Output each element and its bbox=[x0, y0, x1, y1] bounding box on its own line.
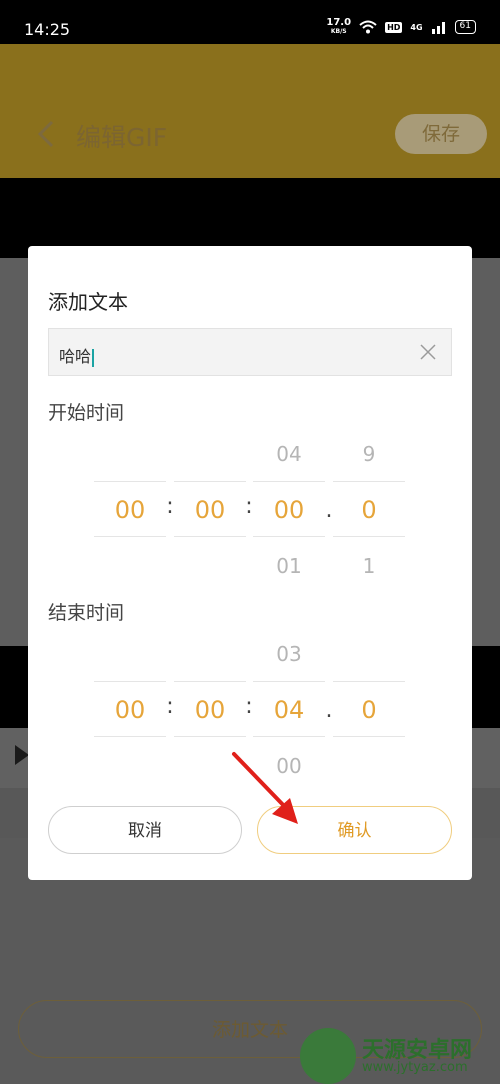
status-bar: 14:25 17.0 KB/S HD 4G 61 bbox=[0, 0, 500, 44]
end-second-above: 03 bbox=[276, 642, 302, 666]
end-hour-selected[interactable]: 00 bbox=[94, 681, 166, 737]
status-time: 14:25 bbox=[24, 20, 71, 39]
end-tenth-selected[interactable]: 0 bbox=[333, 681, 405, 737]
end-second-selected[interactable]: 04 bbox=[253, 681, 325, 737]
text-input[interactable]: 哈哈 bbox=[48, 328, 452, 376]
cancel-button[interactable]: 取消 bbox=[48, 806, 242, 854]
back-arrow-icon[interactable] bbox=[36, 120, 56, 148]
watermark-url: www.jytyaz.com bbox=[362, 1060, 468, 1075]
network-speed-value: 17.0 bbox=[326, 17, 352, 28]
page-title: 编辑GIF bbox=[76, 123, 168, 152]
watermark-logo-icon bbox=[300, 1028, 356, 1084]
text-caret bbox=[92, 348, 95, 367]
start-time-label: 开始时间 bbox=[48, 402, 125, 424]
battery-icon: 61 bbox=[454, 20, 476, 34]
hd-badge: HD bbox=[385, 21, 403, 33]
site-watermark: 天源安卓网 www.jytyaz.com bbox=[300, 1028, 500, 1084]
start-hour-selected[interactable]: 00 bbox=[94, 481, 166, 537]
start-second-below: 01 bbox=[276, 554, 302, 578]
dialog-title: 添加文本 bbox=[48, 290, 128, 314]
start-tenth-selected[interactable]: 0 bbox=[333, 481, 405, 537]
start-tenth-above: 9 bbox=[362, 442, 376, 466]
wifi-icon bbox=[359, 20, 377, 34]
signal-icon bbox=[431, 22, 445, 34]
save-button[interactable]: 保存 bbox=[395, 114, 487, 154]
status-icons: 17.0 KB/S HD 4G 61 bbox=[326, 18, 476, 36]
network-type: 4G bbox=[410, 22, 423, 32]
network-speed-unit: KB/S bbox=[330, 28, 347, 35]
end-time-label: 结束时间 bbox=[48, 602, 125, 624]
network-speed: 17.0 KB/S bbox=[326, 18, 351, 36]
end-minute-selected[interactable]: 00 bbox=[174, 681, 246, 737]
start-minute-selected[interactable]: 00 bbox=[174, 481, 246, 537]
start-second-above: 04 bbox=[276, 442, 302, 466]
text-input-value: 哈哈 bbox=[59, 343, 95, 367]
annotation-arrow-icon bbox=[232, 752, 298, 824]
app-header bbox=[0, 44, 500, 178]
clear-icon[interactable] bbox=[419, 343, 437, 361]
start-tenth-below: 1 bbox=[362, 554, 376, 578]
start-second-selected[interactable]: 00 bbox=[253, 481, 325, 537]
